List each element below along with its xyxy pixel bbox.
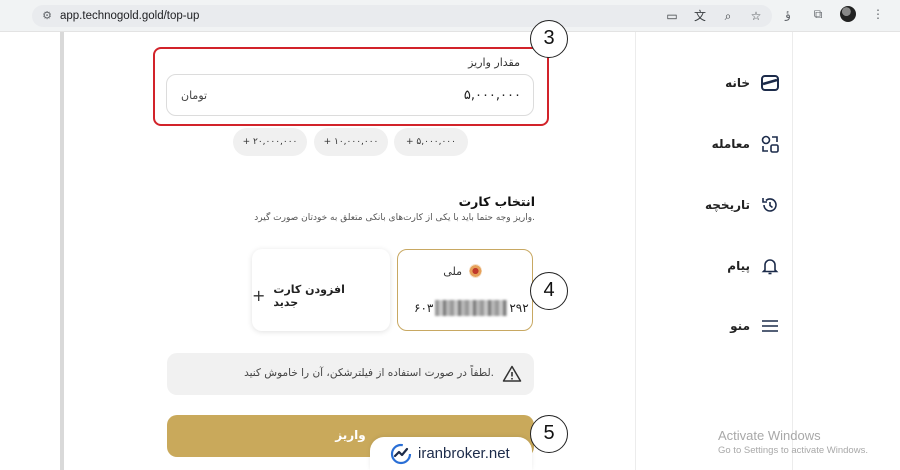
trade-icon xyxy=(761,135,779,153)
zoom-icon[interactable]: ⌕ xyxy=(720,8,736,24)
preset-button-20m[interactable]: + ۲۰,۰۰۰,۰۰۰ xyxy=(233,128,307,156)
warning-icon xyxy=(502,365,522,382)
profile-avatar-icon[interactable] xyxy=(840,6,856,22)
nav-item-menu[interactable]: منو xyxy=(680,312,780,340)
nav-item-messages[interactable]: پیام xyxy=(680,252,780,280)
activate-windows-subtitle: Go to Settings to activate Windows. xyxy=(718,445,868,456)
add-card-label: افزودن کارت جدید xyxy=(273,283,345,309)
card-section-subtitle: واریز وجه حتما باید با یکی از کارت‌های ب… xyxy=(254,213,535,223)
preset-button-10m[interactable]: + ۱۰,۰۰۰,۰۰۰ xyxy=(314,128,388,156)
home-icon xyxy=(761,75,779,91)
menu-icon xyxy=(762,320,778,332)
star-icon[interactable]: ☆ xyxy=(748,8,764,24)
browser-toolbar: ⚙ app.technogold.gold/top-up ▭ 文 ⌕ ☆ ؤ ⧉… xyxy=(0,0,900,32)
card-number-prefix: ۶۰۳ xyxy=(414,301,434,315)
nav-item-history[interactable]: تاریخچه xyxy=(680,191,780,219)
activate-windows-title: Activate Windows xyxy=(718,428,821,443)
amount-label: مقدار واریز xyxy=(468,56,520,69)
add-card-button[interactable]: + افزودن کارت جدید xyxy=(252,249,390,331)
card-section-title: انتخاب کارت xyxy=(458,194,535,209)
cast-icon[interactable]: ▭ xyxy=(664,8,680,24)
nav-divider-right xyxy=(792,32,793,470)
nav-divider xyxy=(635,32,636,470)
warning-text: لطفاً در صورت استفاده از فیلترشکن، آن را… xyxy=(244,367,494,379)
nav-item-trade[interactable]: معامله xyxy=(680,130,780,158)
site-settings-icon[interactable]: ⚙ xyxy=(40,9,54,23)
history-icon xyxy=(762,198,777,212)
bank-name: ملی xyxy=(443,265,462,278)
translate-icon[interactable]: 文 xyxy=(692,8,708,24)
url-text[interactable]: app.technogold.gold/top-up xyxy=(60,9,199,23)
step-badge-5: 5 xyxy=(530,415,568,453)
amount-value[interactable]: ۵,۰۰۰,۰۰۰ xyxy=(464,88,521,103)
card-number-redacted xyxy=(435,300,508,316)
step-badge-3: 3 xyxy=(530,20,568,58)
extension-glyph[interactable]: ؤ xyxy=(780,6,796,22)
amount-input[interactable]: ۵,۰۰۰,۰۰۰ تومان xyxy=(166,74,534,116)
card-number-suffix: ۲۹۲ xyxy=(509,301,529,315)
puzzle-icon[interactable]: ⧉ xyxy=(810,6,826,22)
nav-item-home[interactable]: خانه xyxy=(680,69,780,97)
vpn-warning-box: لطفاً در صورت استفاده از فیلترشکن، آن را… xyxy=(167,353,534,395)
bank-logo-icon xyxy=(469,264,482,278)
bank-card-melli[interactable]: ملی ۶۰۳ ۲۹۲ xyxy=(397,249,533,331)
kebab-menu-icon[interactable]: ⋮ xyxy=(870,6,886,22)
bell-icon xyxy=(761,259,779,275)
card-number: ۶۰۳ ۲۹۲ xyxy=(414,300,529,316)
watermark-text: iranbroker.net xyxy=(418,445,510,462)
plus-icon: + xyxy=(252,286,266,305)
left-divider xyxy=(60,32,64,470)
step-badge-4: 4 xyxy=(530,272,568,310)
watermark-logo-icon xyxy=(390,443,412,464)
address-bar[interactable]: ⚙ app.technogold.gold/top-up ▭ 文 ⌕ ☆ xyxy=(32,5,772,27)
watermark-tab: iranbroker.net xyxy=(370,437,532,470)
preset-button-5m[interactable]: + ۵,۰۰۰,۰۰۰ xyxy=(394,128,468,156)
amount-unit: تومان xyxy=(181,89,208,102)
